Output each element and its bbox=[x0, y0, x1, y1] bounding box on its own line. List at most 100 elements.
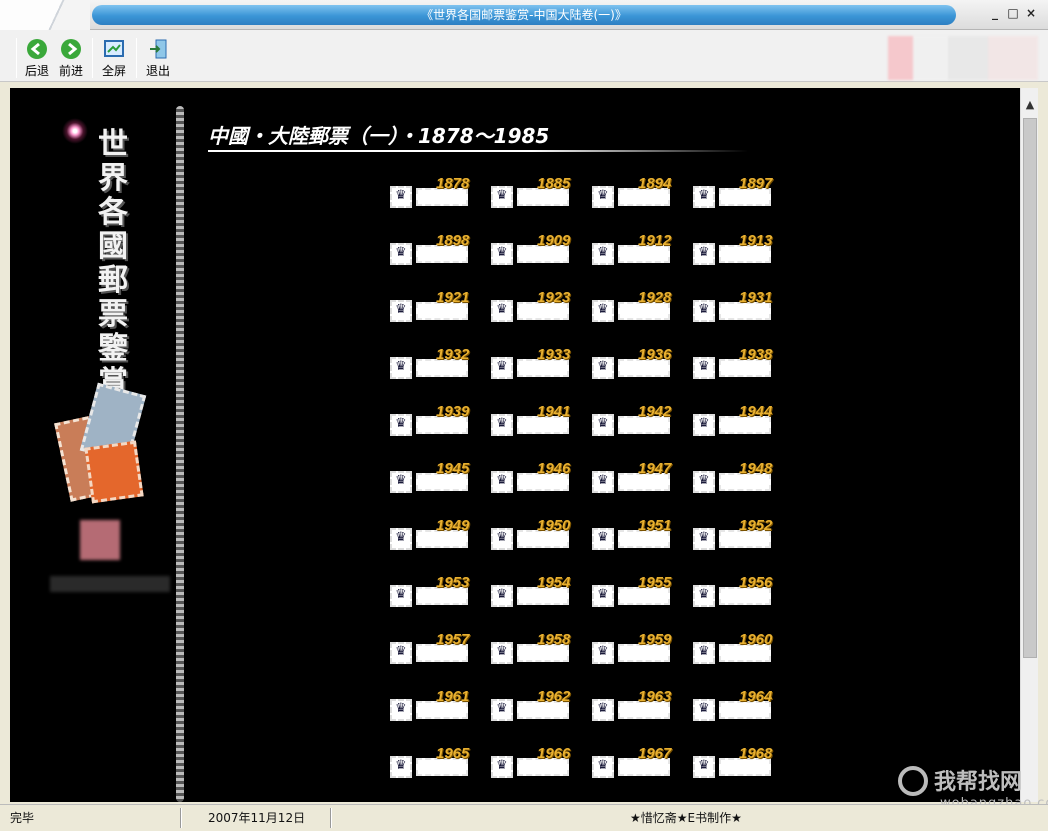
year-link[interactable]: 1959 bbox=[592, 631, 680, 666]
exit-door-icon bbox=[150, 39, 167, 59]
year-label: 1936 bbox=[638, 346, 672, 363]
maximize-button[interactable]: □ bbox=[1006, 6, 1020, 20]
year-label: 1885 bbox=[537, 175, 571, 192]
year-link[interactable]: 1945 bbox=[390, 460, 478, 495]
forward-arrow-icon bbox=[61, 39, 81, 59]
year-label: 1948 bbox=[739, 460, 773, 477]
year-label: 1913 bbox=[739, 232, 773, 249]
year-link[interactable]: 1946 bbox=[491, 460, 579, 495]
watermark-cn: 我帮找网 bbox=[934, 770, 1023, 795]
year-label: 1962 bbox=[537, 688, 571, 705]
year-link[interactable]: 1967 bbox=[592, 745, 680, 780]
year-link[interactable]: 1885 bbox=[491, 175, 579, 210]
year-label: 1958 bbox=[537, 631, 571, 648]
year-link[interactable]: 1939 bbox=[390, 403, 478, 438]
year-link[interactable]: 1957 bbox=[390, 631, 478, 666]
year-link[interactable]: 1949 bbox=[390, 517, 478, 552]
year-row: 1961 1962 1963 1964 bbox=[390, 688, 790, 750]
crown-stamp-icon bbox=[491, 243, 513, 265]
crown-stamp-icon bbox=[592, 699, 614, 721]
crown-stamp-icon bbox=[693, 585, 715, 607]
year-link[interactable]: 1965 bbox=[390, 745, 478, 780]
year-link[interactable]: 1941 bbox=[491, 403, 579, 438]
year-link[interactable]: 1928 bbox=[592, 289, 680, 324]
year-link[interactable]: 1968 bbox=[693, 745, 781, 780]
year-link[interactable]: 1912 bbox=[592, 232, 680, 267]
content-area: 世界各國郵票鑒賞 中國・大陸郵票（一）・1878～1985 1878188518… bbox=[10, 88, 1020, 802]
toolbar-separator bbox=[16, 38, 17, 78]
year-link[interactable]: 1933 bbox=[491, 346, 579, 381]
year-link[interactable]: 1963 bbox=[592, 688, 680, 723]
year-link[interactable]: 1878 bbox=[390, 175, 478, 210]
window-controls: _ □ × bbox=[988, 6, 1038, 20]
year-link[interactable]: 1921 bbox=[390, 289, 478, 324]
blurred-caption bbox=[50, 576, 170, 592]
year-link[interactable]: 1936 bbox=[592, 346, 680, 381]
blurred-logo bbox=[80, 520, 120, 560]
year-link[interactable]: 1966 bbox=[491, 745, 579, 780]
forward-button[interactable]: 前进 bbox=[54, 38, 88, 80]
year-link[interactable]: 1962 bbox=[491, 688, 579, 723]
year-label: 1933 bbox=[537, 346, 571, 363]
year-link[interactable]: 1948 bbox=[693, 460, 781, 495]
crown-stamp-icon bbox=[491, 699, 513, 721]
crown-stamp-icon bbox=[592, 585, 614, 607]
crown-stamp-icon bbox=[390, 186, 412, 208]
crown-stamp-icon bbox=[491, 357, 513, 379]
year-label: 1928 bbox=[638, 289, 672, 306]
year-link[interactable]: 1909 bbox=[491, 232, 579, 267]
exit-button[interactable]: 退出 bbox=[141, 38, 175, 80]
crown-stamp-icon bbox=[491, 642, 513, 664]
crown-stamp-icon bbox=[592, 357, 614, 379]
year-link[interactable]: 1894 bbox=[592, 175, 680, 210]
year-link[interactable]: 1947 bbox=[592, 460, 680, 495]
year-label: 1961 bbox=[436, 688, 470, 705]
crown-stamp-icon bbox=[390, 357, 412, 379]
fullscreen-button[interactable]: 全屏 bbox=[97, 38, 131, 80]
year-label: 1897 bbox=[739, 175, 773, 192]
year-label: 1965 bbox=[436, 745, 470, 762]
status-separator bbox=[330, 808, 332, 828]
year-link[interactable]: 1954 bbox=[491, 574, 579, 609]
year-link[interactable]: 1955 bbox=[592, 574, 680, 609]
year-link[interactable]: 1961 bbox=[390, 688, 478, 723]
year-link[interactable]: 1952 bbox=[693, 517, 781, 552]
year-link[interactable]: 1958 bbox=[491, 631, 579, 666]
year-link[interactable]: 1923 bbox=[491, 289, 579, 324]
back-button[interactable]: 后退 bbox=[20, 38, 54, 80]
year-link[interactable]: 1931 bbox=[693, 289, 781, 324]
scroll-up-icon[interactable]: ▲ bbox=[1021, 96, 1039, 114]
scroll-thumb[interactable] bbox=[1023, 118, 1037, 658]
crown-stamp-icon bbox=[693, 300, 715, 322]
crown-stamp-icon bbox=[592, 414, 614, 436]
year-link[interactable]: 1951 bbox=[592, 517, 680, 552]
year-link[interactable]: 1944 bbox=[693, 403, 781, 438]
toolbar-separator bbox=[136, 38, 137, 78]
year-link[interactable]: 1950 bbox=[491, 517, 579, 552]
year-label: 1912 bbox=[638, 232, 672, 249]
bead-divider bbox=[176, 106, 184, 802]
close-button[interactable]: × bbox=[1024, 6, 1038, 20]
year-row: 1949 1950 1951 1952 bbox=[390, 517, 790, 579]
year-label: 1967 bbox=[638, 745, 672, 762]
year-link[interactable]: 1938 bbox=[693, 346, 781, 381]
year-row: 1921 1923 1928 1931 bbox=[390, 289, 790, 351]
minimize-button[interactable]: _ bbox=[988, 6, 1002, 20]
year-label: 1952 bbox=[739, 517, 773, 534]
year-row: 1878 1885 1894 1897 bbox=[390, 175, 790, 237]
year-label: 1964 bbox=[739, 688, 773, 705]
year-link[interactable]: 1898 bbox=[390, 232, 478, 267]
year-link[interactable]: 1960 bbox=[693, 631, 781, 666]
title-underline bbox=[208, 150, 748, 152]
crown-stamp-icon bbox=[491, 186, 513, 208]
year-link[interactable]: 1897 bbox=[693, 175, 781, 210]
year-link[interactable]: 1953 bbox=[390, 574, 478, 609]
year-link[interactable]: 1913 bbox=[693, 232, 781, 267]
fullscreen-label: 全屏 bbox=[101, 64, 126, 78]
crown-stamp-icon bbox=[390, 243, 412, 265]
year-link[interactable]: 1932 bbox=[390, 346, 478, 381]
vertical-scrollbar[interactable]: ▲ bbox=[1020, 88, 1038, 802]
year-link[interactable]: 1956 bbox=[693, 574, 781, 609]
year-link[interactable]: 1942 bbox=[592, 403, 680, 438]
year-link[interactable]: 1964 bbox=[693, 688, 781, 723]
